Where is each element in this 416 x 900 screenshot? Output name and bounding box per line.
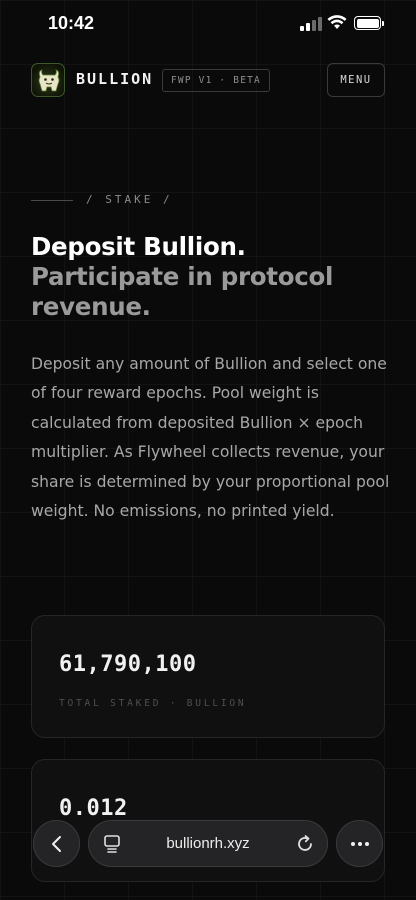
back-button[interactable] [33, 820, 80, 867]
status-time: 10:42 [48, 13, 95, 33]
page-headline: Deposit Bullion. Participate in protocol… [31, 232, 391, 322]
version-badge: FWP V1 · BETA [162, 69, 270, 92]
chevron-left-icon [51, 835, 61, 852]
site-header: BULLION FWP V1 · BETA MENU [31, 62, 385, 98]
headline-primary: Deposit Bullion. [31, 232, 246, 261]
url-text: bullionrh.xyz [166, 835, 250, 852]
headline-secondary: Participate in protocol revenue. [31, 262, 334, 321]
description-text: Deposit any amount of Bullion and select… [31, 355, 390, 521]
address-bar[interactable]: bullionrh.xyz [88, 820, 328, 867]
cellular-signal-icon [300, 17, 322, 31]
menu-button[interactable]: MENU [327, 63, 385, 97]
reload-icon[interactable] [295, 834, 315, 854]
status-bar: 10:42 [0, 0, 416, 50]
more-button[interactable] [336, 820, 383, 867]
stat-value: 61,790,100 [59, 652, 197, 677]
browser-toolbar: bullionrh.xyz [0, 818, 416, 900]
bull-logo-icon[interactable] [31, 63, 65, 97]
brand-name[interactable]: BULLION [76, 70, 153, 88]
more-dots-icon [350, 841, 369, 846]
section-label-text: / STAKE / [86, 193, 173, 206]
battery-icon [354, 16, 384, 30]
stat-card-total-staked: 61,790,100 TOTAL STAKED · BULLION [31, 615, 385, 738]
wifi-icon [327, 15, 347, 29]
section-divider [31, 200, 73, 201]
stat-label: TOTAL STAKED · BULLION [59, 698, 247, 709]
